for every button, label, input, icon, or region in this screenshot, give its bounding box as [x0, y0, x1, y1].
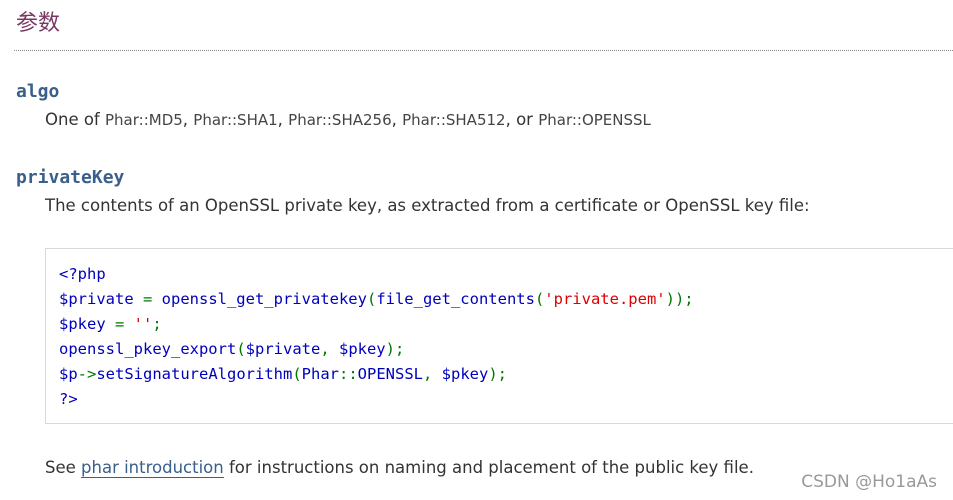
separator: , [391, 110, 403, 129]
footer-prefix: See [45, 458, 82, 477]
code-line-2: $private = openssl_get_privatekey(file_g… [59, 290, 694, 308]
param-name-algo: algo [16, 81, 60, 102]
constant-md5: Phar::MD5 [105, 111, 183, 129]
code-line-3: $pkey = ''; [59, 315, 162, 333]
param-desc-privatekey: The contents of an OpenSSL private key, … [45, 196, 810, 215]
footer-note: See phar introduction for instructions o… [45, 456, 754, 480]
section-title: 参数 [16, 11, 61, 36]
constant-openssl: Phar::OPENSSL [538, 111, 651, 129]
separator: , [182, 110, 194, 129]
code-line-5: $p->setSignatureAlgorithm(Phar::OPENSSL,… [59, 365, 507, 383]
code-line-6: ?> [59, 390, 78, 408]
constant-sha1: Phar::SHA1 [193, 111, 278, 129]
watermark: CSDN @Ho1aAs [801, 472, 937, 492]
code-line-1: <?php [59, 265, 106, 283]
algo-desc-prefix: One of [45, 110, 105, 129]
param-desc-algo: One of Phar::MD5, Phar::SHA1, Phar::SHA2… [45, 108, 651, 132]
footer-suffix: for instructions on naming and placement… [223, 458, 754, 477]
code-lines: <?php $private = openssl_get_privatekey(… [59, 262, 694, 412]
code-line-4: openssl_pkey_export($private, $pkey); [59, 340, 405, 358]
separator: , or [505, 110, 539, 129]
phar-introduction-link[interactable]: phar introduction [81, 458, 224, 478]
section-divider [14, 50, 953, 51]
constant-sha512: Phar::SHA512 [402, 111, 506, 129]
code-example: <?php $private = openssl_get_privatekey(… [45, 248, 953, 424]
constant-sha256: Phar::SHA256 [288, 111, 392, 129]
separator: , [277, 110, 289, 129]
param-name-privatekey: privateKey [16, 167, 125, 188]
